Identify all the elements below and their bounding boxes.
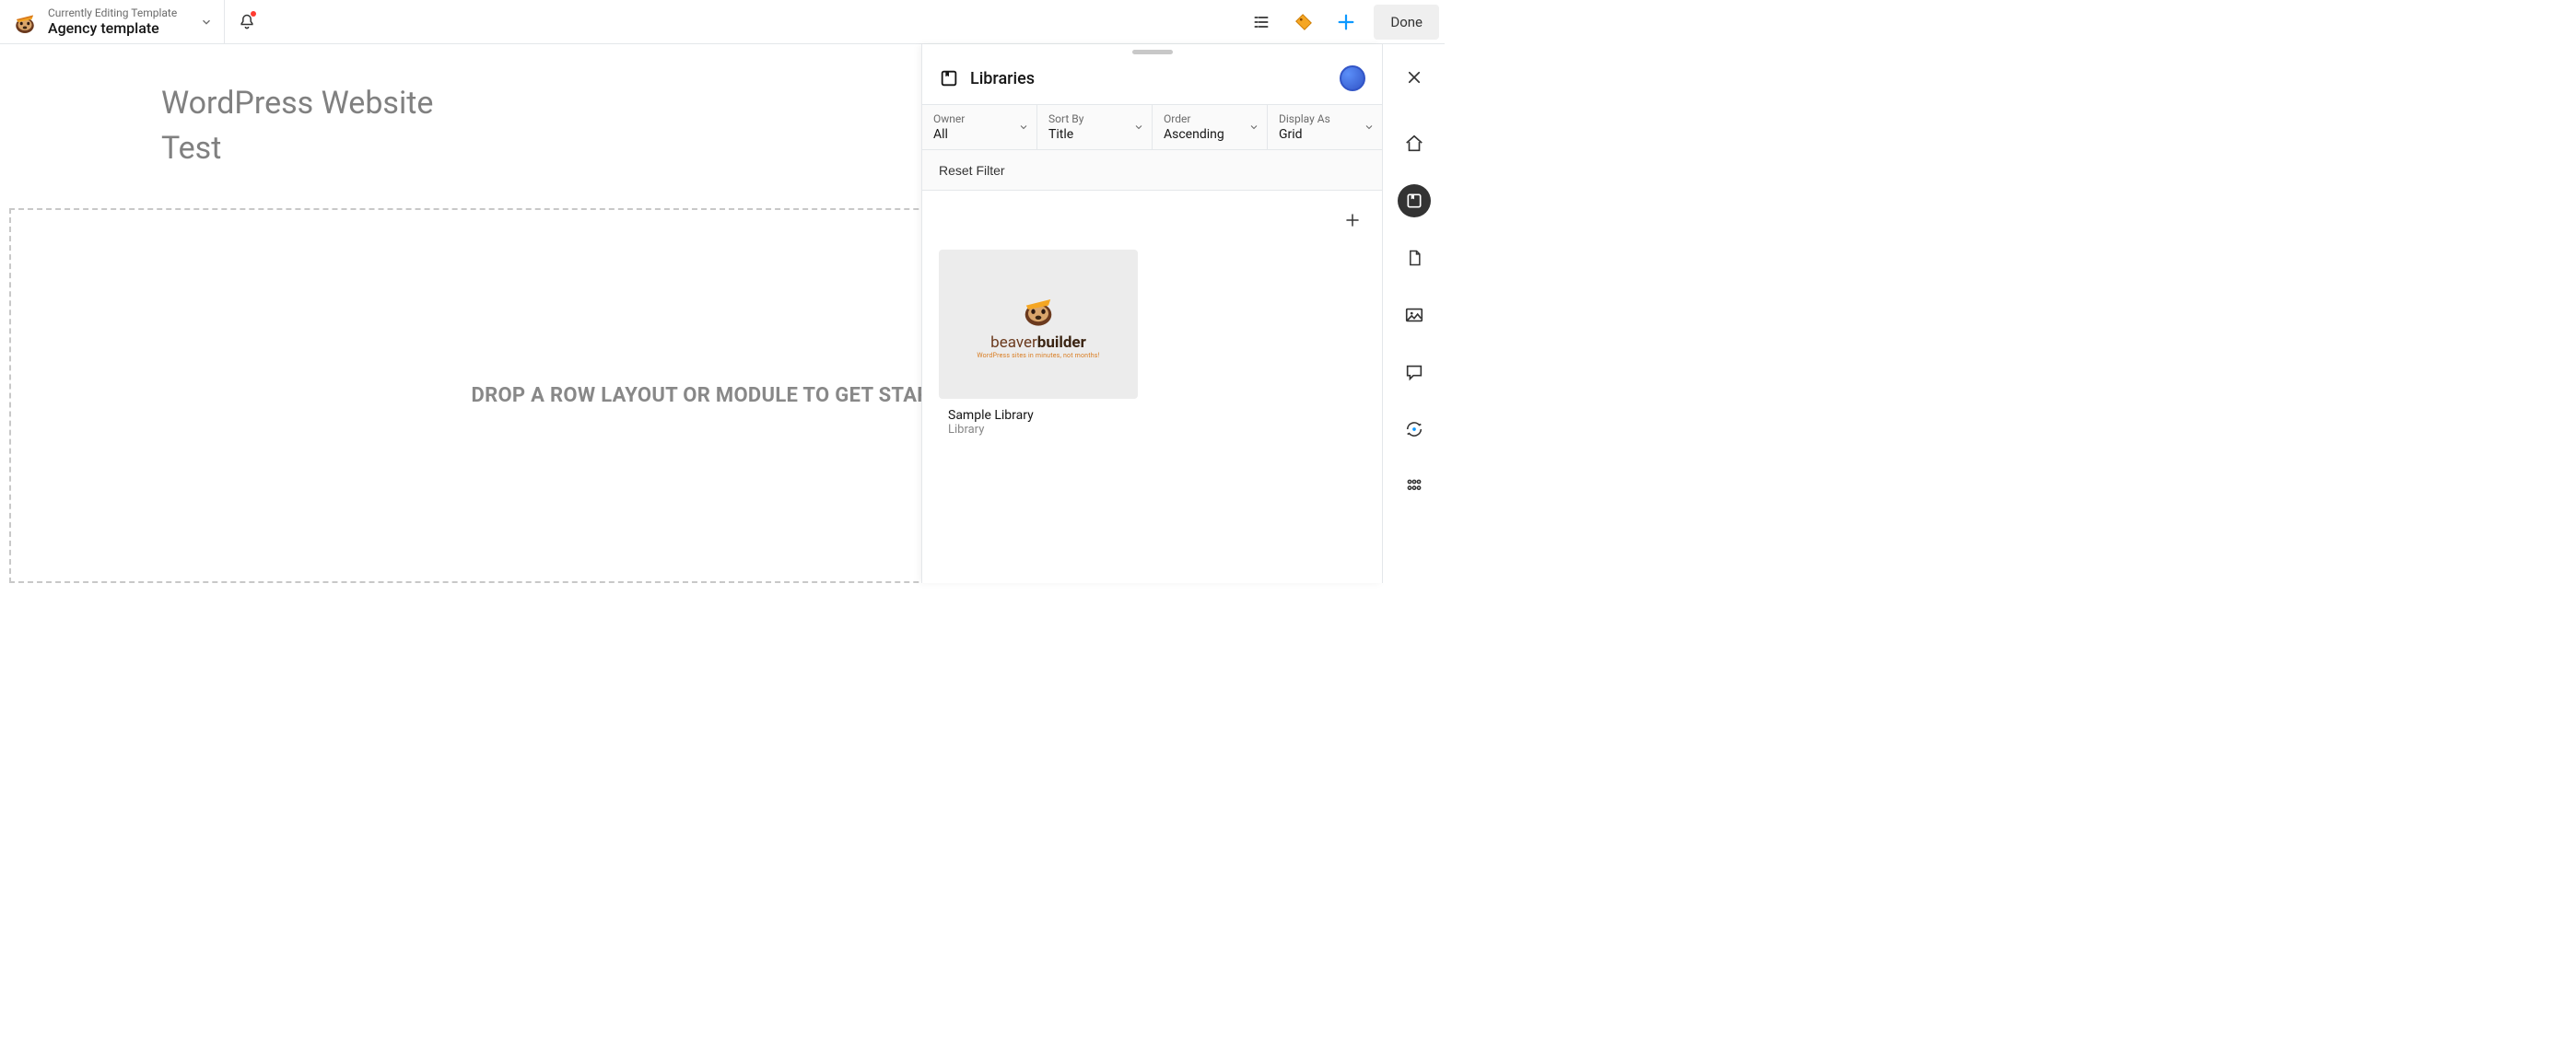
add-library-button[interactable] <box>1340 207 1365 233</box>
reset-filter-button[interactable]: Reset Filter <box>939 163 1005 178</box>
rail-media-button[interactable] <box>1398 298 1431 332</box>
rail-apps-button[interactable] <box>1398 470 1431 503</box>
comment-icon <box>1404 362 1424 382</box>
home-icon <box>1404 134 1424 154</box>
library-thumbnail[interactable]: beaverbuilder WordPress sites in minutes… <box>939 250 1138 399</box>
color-tag-button[interactable] <box>1285 4 1322 41</box>
library-icon <box>1405 192 1423 210</box>
template-dropdown-chevron[interactable] <box>188 0 225 43</box>
plus-icon <box>1344 212 1361 228</box>
rail-updates-button[interactable] <box>1398 413 1431 446</box>
library-card-subtitle: Library <box>939 423 1138 437</box>
outline-button[interactable] <box>1243 4 1280 41</box>
chevron-down-icon <box>1133 122 1144 133</box>
tag-icon <box>1294 12 1314 32</box>
library-icon <box>939 68 959 88</box>
toolbar-left: Currently Editing Template Agency templa… <box>0 0 269 43</box>
toolbar-right: Done <box>1243 0 1445 43</box>
beaver-icon <box>1018 289 1059 330</box>
apps-grid-icon <box>1405 477 1423 496</box>
notifications-button[interactable] <box>225 0 269 43</box>
filter-bar: Owner All Sort By Title Order Ascending … <box>922 104 1382 150</box>
filter-display[interactable]: Display As Grid <box>1268 105 1382 149</box>
reset-filter-row: Reset Filter <box>922 150 1382 191</box>
panel-header: Libraries <box>922 58 1382 104</box>
close-icon <box>1406 69 1423 86</box>
filter-owner[interactable]: Owner All <box>922 105 1037 149</box>
panel-title-wrap: Libraries <box>939 68 1035 88</box>
rail-home-button[interactable] <box>1398 127 1431 160</box>
done-button[interactable]: Done <box>1374 5 1439 40</box>
sync-icon <box>1404 419 1424 439</box>
chevron-down-icon <box>1364 122 1375 133</box>
rail-comments-button[interactable] <box>1398 356 1431 389</box>
user-avatar[interactable] <box>1340 65 1365 91</box>
chevron-down-icon <box>1018 122 1029 133</box>
panel-title: Libraries <box>970 69 1035 88</box>
chevron-down-icon <box>200 16 213 29</box>
plus-icon <box>1336 12 1356 32</box>
rail-content-button[interactable] <box>1398 241 1431 274</box>
close-panel-button[interactable] <box>1398 61 1431 94</box>
brand-block[interactable]: Currently Editing Template Agency templa… <box>0 0 188 43</box>
drop-zone-text: DROP A ROW LAYOUT OR MODULE TO GET START… <box>471 384 973 407</box>
top-toolbar: Currently Editing Template Agency templa… <box>0 0 1445 44</box>
outline-icon <box>1252 13 1270 31</box>
template-title: Agency template <box>48 19 177 37</box>
editing-subtitle: Currently Editing Template <box>48 6 177 19</box>
brand-text: Currently Editing Template Agency templa… <box>48 6 177 38</box>
libraries-panel: Libraries Owner All Sort By Title Order … <box>921 44 1382 583</box>
beaverbuilder-logo: beaverbuilder WordPress sites in minutes… <box>977 289 1099 359</box>
filter-order[interactable]: Order Ascending <box>1153 105 1268 149</box>
add-library-row <box>939 207 1365 233</box>
add-content-button[interactable] <box>1328 4 1364 41</box>
library-card: beaverbuilder WordPress sites in minutes… <box>939 250 1138 437</box>
image-icon <box>1404 305 1424 325</box>
panel-body: beaverbuilder WordPress sites in minutes… <box>922 191 1382 583</box>
library-card-title: Sample Library <box>939 408 1138 423</box>
beaver-logo-icon <box>11 8 39 36</box>
document-icon <box>1405 249 1423 267</box>
right-rail <box>1382 44 1445 583</box>
filter-sort[interactable]: Sort By Title <box>1037 105 1153 149</box>
rail-libraries-button[interactable] <box>1398 184 1431 217</box>
chevron-down-icon <box>1248 122 1259 133</box>
panel-drag-handle[interactable] <box>1132 50 1173 54</box>
